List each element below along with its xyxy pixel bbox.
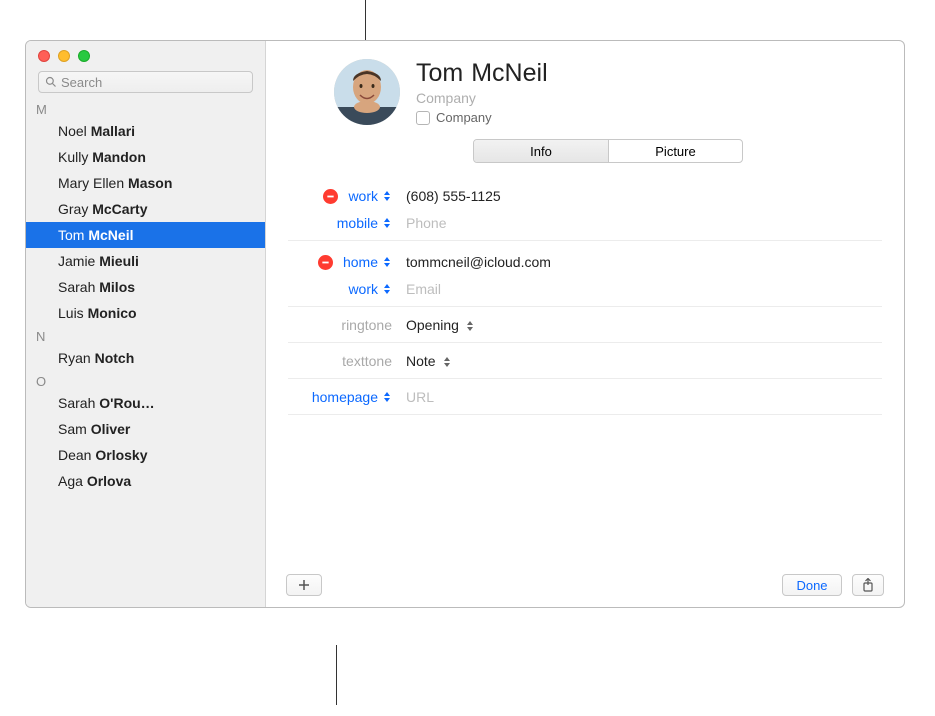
close-window-button[interactable] <box>38 50 50 62</box>
field-label[interactable]: mobile <box>337 215 378 231</box>
contact-row[interactable]: Sarah O'Rou… <box>26 390 265 416</box>
field-row-select: texttone Note <box>288 349 882 379</box>
remove-field-button[interactable] <box>318 255 333 270</box>
contact-row[interactable]: Tom McNeil <box>26 222 265 248</box>
first-name-field[interactable]: Tom <box>416 59 463 88</box>
stepper-icon[interactable] <box>382 283 392 295</box>
stepper-icon[interactable] <box>442 355 452 367</box>
section-header: M <box>26 99 265 118</box>
contact-row[interactable]: Gray McCarty <box>26 196 265 222</box>
field-value[interactable]: tommcneil@icloud.com <box>398 254 882 270</box>
search-placeholder: Search <box>61 75 102 90</box>
contact-row[interactable]: Dean Orlosky <box>26 442 265 468</box>
zoom-window-button[interactable] <box>78 50 90 62</box>
fields-list: work (608) 555-1125 mobile Phone home tommcne… <box>288 181 882 415</box>
stepper-icon[interactable] <box>382 217 392 229</box>
contacts-window: Search MNoel MallariKully MandonMary Ell… <box>25 40 905 608</box>
contact-list: MNoel MallariKully MandonMary Ellen Maso… <box>26 99 265 607</box>
field-value[interactable]: Opening <box>398 317 882 333</box>
last-name-field[interactable]: McNeil <box>471 59 547 88</box>
tab-picture[interactable]: Picture <box>608 140 742 162</box>
field-value[interactable]: Phone <box>398 215 882 231</box>
done-button[interactable]: Done <box>782 574 842 596</box>
contact-card: Tom McNeil Company Company Info Picture … <box>266 41 904 607</box>
contact-row[interactable]: Luis Monico <box>26 300 265 326</box>
field-row-url: homepage URL <box>288 385 882 415</box>
contact-row[interactable]: Jamie Mieuli <box>26 248 265 274</box>
field-value[interactable]: URL <box>398 389 882 405</box>
field-label[interactable]: homepage <box>312 389 378 405</box>
field-value[interactable]: Email <box>398 281 882 297</box>
stepper-icon[interactable] <box>465 319 475 331</box>
company-checkbox[interactable] <box>416 111 430 125</box>
contact-row[interactable]: Noel Mallari <box>26 118 265 144</box>
stepper-icon[interactable] <box>382 256 392 268</box>
field-value[interactable]: Note <box>398 353 882 369</box>
field-label[interactable]: work <box>348 281 378 297</box>
contact-row[interactable]: Mary Ellen Mason <box>26 170 265 196</box>
tab-info[interactable]: Info <box>474 140 608 162</box>
minimize-window-button[interactable] <box>58 50 70 62</box>
field-label[interactable]: work <box>348 188 378 204</box>
contact-row[interactable]: Sam Oliver <box>26 416 265 442</box>
field-row-phone: mobile Phone <box>288 211 882 241</box>
search-input[interactable]: Search <box>38 71 253 93</box>
add-field-button[interactable] <box>286 574 322 596</box>
field-label[interactable]: home <box>343 254 378 270</box>
field-row-email: work Email <box>288 277 882 307</box>
field-row-phone: work (608) 555-1125 <box>288 181 882 211</box>
field-row-select: ringtone Opening <box>288 313 882 343</box>
avatar[interactable] <box>334 59 400 125</box>
remove-field-button[interactable] <box>323 189 338 204</box>
callout-line-bottom <box>336 645 337 705</box>
company-checkbox-label: Company <box>436 110 492 125</box>
contact-row[interactable]: Ryan Notch <box>26 345 265 371</box>
share-button[interactable] <box>852 574 884 596</box>
contact-row[interactable]: Sarah Milos <box>26 274 265 300</box>
sidebar: Search MNoel MallariKully MandonMary Ell… <box>26 41 266 607</box>
contact-row[interactable]: Kully Mandon <box>26 144 265 170</box>
field-value[interactable]: (608) 555-1125 <box>398 188 882 204</box>
info-picture-tabs: Info Picture <box>473 139 743 163</box>
share-icon <box>862 578 874 592</box>
contact-row[interactable]: Aga Orlova <box>26 468 265 494</box>
window-controls <box>26 41 265 71</box>
field-row-email: home tommcneil@icloud.com <box>288 247 882 277</box>
stepper-icon[interactable] <box>382 391 392 403</box>
stepper-icon[interactable] <box>382 190 392 202</box>
plus-icon <box>298 579 310 591</box>
field-label: texttone <box>342 353 392 369</box>
company-field[interactable]: Company <box>416 90 882 106</box>
section-header: O <box>26 371 265 390</box>
field-label: ringtone <box>341 317 392 333</box>
section-header: N <box>26 326 265 345</box>
search-icon <box>45 76 57 88</box>
